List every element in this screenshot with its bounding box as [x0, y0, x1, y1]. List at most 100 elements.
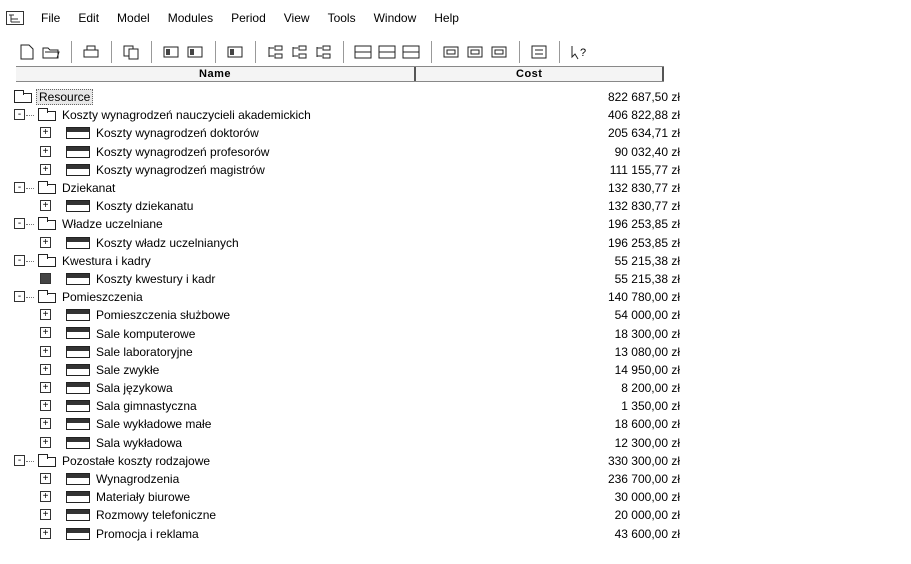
- menu-edit[interactable]: Edit: [69, 0, 108, 36]
- open-folder-icon[interactable]: [40, 41, 62, 63]
- calc-2-icon[interactable]: [464, 41, 486, 63]
- new-document-icon[interactable]: [16, 41, 38, 63]
- expand-toggle-icon[interactable]: +: [40, 491, 51, 503]
- tree-resource-row[interactable]: + Rozmowy telefoniczne 20 000,00 zł: [0, 506, 911, 524]
- expand-toggle-icon[interactable]: +: [40, 509, 51, 521]
- tree-resource-row[interactable]: Koszty kwestury i kadr 55 215,38 zł: [0, 270, 911, 288]
- tree-resource-row[interactable]: + Materiały biurowe 30 000,00 zł: [0, 488, 911, 506]
- monitor-icon[interactable]: [400, 41, 422, 63]
- name-column-header[interactable]: Name: [16, 67, 416, 81]
- row-name: Sala językowa: [96, 381, 173, 396]
- tree-resource-row[interactable]: + Pomieszczenia służbowe 54 000,00 zł: [0, 306, 911, 324]
- row-name: Resource: [36, 89, 94, 106]
- expand-toggle-icon[interactable]: [40, 272, 51, 284]
- tree-resource-row[interactable]: + Koszty wynagrodzeń doktorów 205 634,71 z…: [0, 124, 911, 142]
- expand-toggle-icon[interactable]: +: [40, 127, 51, 139]
- tree-folder-row[interactable]: - Koszty wynagrodzeń nauczycieli akademic…: [0, 106, 911, 124]
- row-cost: 330 300,00 zł: [607, 453, 680, 468]
- card-icon[interactable]: [224, 41, 246, 63]
- expand-toggle-icon[interactable]: +: [40, 418, 51, 430]
- menu-period[interactable]: Period: [222, 0, 275, 36]
- tree-resource-row[interactable]: + Koszty wynagrodzeń magistrów 111 155,77 …: [0, 161, 911, 179]
- calc-1-icon[interactable]: [440, 41, 462, 63]
- tree-expand-icon[interactable]: [264, 41, 286, 63]
- tree-folder-row[interactable]: - Dziekanat 132 830,77 zł: [0, 179, 911, 197]
- tree-connector: [26, 260, 34, 262]
- help-icon[interactable]: ?: [568, 41, 590, 63]
- expand-toggle-icon[interactable]: +: [40, 345, 51, 357]
- expand-toggle-icon[interactable]: +: [40, 382, 51, 393]
- tree-folder-row[interactable]: - Pozostałe koszty rodzajowe 330 300,00 zł: [0, 452, 911, 470]
- expand-toggle-icon[interactable]: +: [40, 200, 51, 212]
- row-name: Pomieszczenia: [62, 290, 143, 305]
- resource-icon: [66, 491, 90, 504]
- collapse-toggle-icon[interactable]: -: [14, 181, 25, 193]
- expand-toggle-icon[interactable]: +: [40, 527, 51, 539]
- expand-toggle-icon[interactable]: +: [40, 236, 51, 248]
- expand-toggle-icon[interactable]: +: [40, 309, 51, 321]
- report-icon[interactable]: [528, 41, 550, 63]
- toolbar-separator: [215, 41, 217, 63]
- folder-icon: [14, 90, 32, 103]
- tree-resource-row[interactable]: + Sale zwykłe 14 950,00 zł: [0, 361, 911, 379]
- collapse-toggle-icon[interactable]: -: [14, 454, 25, 466]
- expand-toggle-icon[interactable]: +: [40, 472, 51, 484]
- menu-tools[interactable]: Tools: [319, 0, 365, 36]
- menu-window[interactable]: Window: [365, 0, 426, 36]
- copy-icon[interactable]: [120, 41, 142, 63]
- resource-tree: Resource 822 687,50 zł - Koszty wynagrodzeń…: [0, 88, 911, 543]
- row-name: Dziekanat: [62, 181, 116, 196]
- unlink-resource-icon[interactable]: [184, 41, 206, 63]
- tree-resource-row[interactable]: + Wynagrodzenia 236 700,00 zł: [0, 470, 911, 488]
- expand-toggle-icon[interactable]: +: [40, 436, 51, 448]
- expand-toggle-icon[interactable]: +: [40, 400, 51, 412]
- tree-resource-row[interactable]: + Sale laboratoryjne 13 080,00 zł: [0, 343, 911, 361]
- tree-collapse-icon[interactable]: [312, 41, 334, 63]
- tree-resource-row[interactable]: + Sala wykładowa 12 300,00 zł: [0, 434, 911, 452]
- row-cost: 18 600,00 zł: [614, 417, 680, 432]
- expand-toggle-icon[interactable]: +: [40, 363, 51, 375]
- grid-icon[interactable]: [352, 41, 374, 63]
- tree-resource-row[interactable]: + Koszty władz uczelnianych 196 253,85 zł: [0, 234, 911, 252]
- tree-folder-row[interactable]: - Pomieszczenia 140 780,00 zł: [0, 288, 911, 306]
- menu-help[interactable]: Help: [425, 0, 468, 36]
- expand-toggle-icon[interactable]: +: [40, 327, 51, 339]
- resource-icon: [66, 527, 90, 540]
- menu-model[interactable]: Model: [108, 0, 159, 36]
- expand-toggle-icon[interactable]: +: [40, 163, 51, 175]
- row-cost: 55 215,38 zł: [614, 271, 680, 286]
- row-name: Koszty dziekanatu: [96, 199, 194, 214]
- row-cost: 140 780,00 zł: [607, 290, 680, 305]
- calc-3-icon[interactable]: [488, 41, 510, 63]
- menu-modules[interactable]: Modules: [159, 0, 222, 36]
- tree-resource-row[interactable]: + Koszty wynagrodzeń profesorów 90 032,40 …: [0, 143, 911, 161]
- collapse-toggle-icon[interactable]: -: [14, 254, 25, 266]
- toolbar-separator: [111, 41, 113, 63]
- tree-resource-row[interactable]: + Sale wykładowe małe 18 600,00 zł: [0, 415, 911, 433]
- expand-toggle-icon[interactable]: +: [40, 145, 51, 157]
- row-name: Promocja i reklama: [96, 526, 199, 541]
- tree-resource-row[interactable]: + Sale komputerowe 18 300,00 zł: [0, 324, 911, 342]
- resource-icon: [66, 345, 90, 358]
- link-resource-icon[interactable]: [160, 41, 182, 63]
- list-icon[interactable]: [288, 41, 310, 63]
- cost-column-header[interactable]: Cost: [416, 67, 664, 81]
- tree-resource-row[interactable]: + Sala gimnastyczna 1 350,00 zł: [0, 397, 911, 415]
- tree-root-row[interactable]: Resource 822 687,50 zł: [0, 88, 911, 106]
- resource-icon: [66, 127, 90, 140]
- tree-resource-row[interactable]: + Koszty dziekanatu 132 830,77 zł: [0, 197, 911, 215]
- tree-folder-row[interactable]: - Kwestura i kadry 55 215,38 zł: [0, 252, 911, 270]
- print-icon[interactable]: [80, 41, 102, 63]
- collapse-toggle-icon[interactable]: -: [14, 109, 25, 121]
- split-view-icon[interactable]: [376, 41, 398, 63]
- menu-view[interactable]: View: [275, 0, 319, 36]
- menu-file[interactable]: File: [32, 0, 69, 36]
- row-name: Kwestura i kadry: [62, 253, 151, 268]
- tree-folder-row[interactable]: - Władze uczelniane 196 253,85 zł: [0, 215, 911, 233]
- tree-resource-row[interactable]: + Promocja i reklama 43 600,00 zł: [0, 525, 911, 543]
- tree-resource-row[interactable]: + Sala językowa 8 200,00 zł: [0, 379, 911, 397]
- collapse-toggle-icon[interactable]: -: [14, 218, 25, 230]
- row-cost: 43 600,00 zł: [614, 526, 680, 541]
- collapse-toggle-icon[interactable]: -: [14, 291, 25, 303]
- resource-icon: [66, 327, 90, 340]
